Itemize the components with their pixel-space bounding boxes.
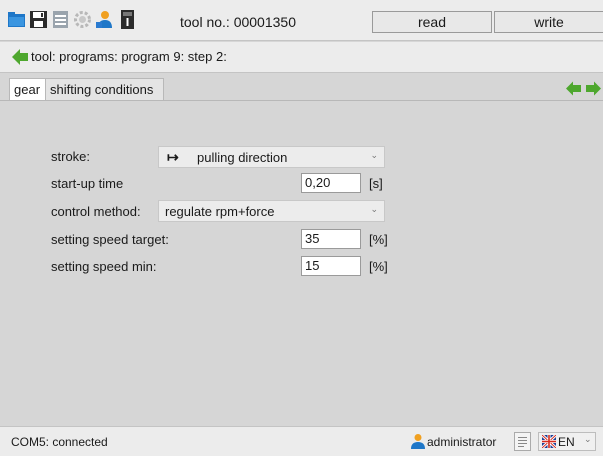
next-arrow-icon[interactable] [585,80,602,97]
setting-speed-target-label: setting speed target: [51,232,169,247]
control-method-select[interactable]: regulate rpm+force ⌄ [158,200,385,222]
tab-bar: gear shifting conditions [0,76,603,100]
tool-number: tool no.: 00001350 [180,14,296,30]
previous-arrow-icon[interactable] [565,80,582,97]
device-info-icon[interactable] [118,9,137,30]
control-method-label: control method: [51,204,141,219]
setting-speed-min-label: setting speed min: [51,259,157,274]
stroke-select[interactable]: ↦ pulling direction ⌄ [158,146,385,168]
print-icon[interactable] [51,9,70,30]
setting-speed-min-unit: [%] [369,259,388,274]
log-document-icon[interactable] [514,432,531,451]
setting-speed-min-input[interactable]: 15 [301,256,361,276]
stroke-label: stroke: [51,149,91,164]
breadcrumb-bar: tool: programs: program 9: step 2: [0,42,603,73]
startup-time-label: start-up time [51,176,124,191]
user-transfer-icon[interactable] [95,9,114,30]
connection-status: COM5: connected [11,435,108,449]
startup-time-input[interactable]: 0,20 [301,173,361,193]
save-icon[interactable] [29,9,48,30]
write-button[interactable]: write [494,11,603,33]
language-value: EN [558,435,575,449]
chevron-down-icon: ⌄ [370,204,378,214]
settings-gear-icon[interactable] [73,9,92,30]
folder-open-icon[interactable] [7,9,26,30]
tab-shifting-conditions[interactable]: shifting conditions [45,78,164,100]
chevron-down-icon: ⌄ [584,434,592,444]
gear-panel: stroke: ↦ pulling direction ⌄ start-up t… [0,100,603,425]
back-arrow-icon[interactable] [11,48,29,66]
control-method-value: regulate rpm+force [165,204,275,219]
uk-flag-icon [540,433,558,450]
status-bar: COM5: connected administrator EN ⌄ [0,426,603,456]
pulling-direction-arrow-icon: ↦ [167,149,179,165]
read-button[interactable]: read [372,11,492,33]
toolbar: tool no.: 00001350 read write [0,0,603,41]
startup-time-unit: [s] [369,176,383,191]
language-select[interactable]: EN ⌄ [538,432,596,451]
breadcrumb: tool: programs: program 9: step 2: [31,49,227,64]
user-name: administrator [427,435,497,449]
setting-speed-target-input[interactable]: 35 [301,229,361,249]
user-icon [409,433,425,449]
stroke-value: pulling direction [197,150,288,165]
setting-speed-target-unit: [%] [369,232,388,247]
tab-gear[interactable]: gear [9,78,46,100]
chevron-down-icon: ⌄ [370,150,378,160]
